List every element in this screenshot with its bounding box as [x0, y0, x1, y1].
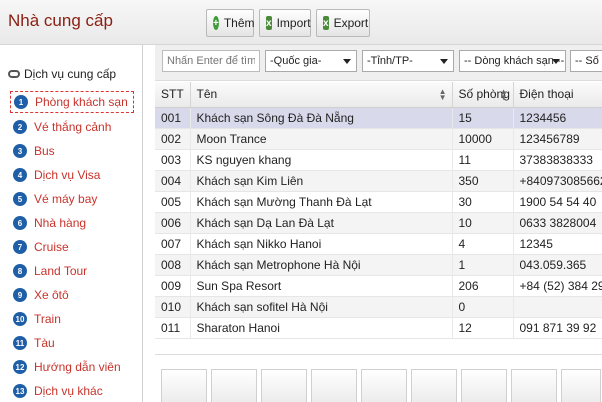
import-button[interactable]: x Import	[259, 9, 311, 37]
country-select-value: -Quốc gia-	[270, 55, 322, 67]
province-select-value: -Tỉnh/TP-	[367, 55, 413, 67]
filter-bar: -Quốc gia- -Tỉnh/TP- -- Dòng khách sạn -…	[155, 45, 602, 81]
table-row[interactable]: 009Sun Spa Resort206+84 (52) 384 2999	[155, 275, 602, 297]
sidebar-item-cruise[interactable]: 7 Cruise	[10, 236, 134, 258]
sidebar-item-label: Land Tour	[34, 264, 88, 278]
column-header-phone[interactable]: Điện thoại	[513, 82, 602, 108]
sidebar-item-label: Dịch vụ Visa	[34, 168, 101, 182]
number-badge-icon: 9	[13, 288, 27, 302]
table-row[interactable]: 003 KS nguyen khang 11 37383838333	[155, 149, 602, 171]
export-button-label: Export	[333, 16, 369, 30]
table-row[interactable]: 002 Moon Trance 10000 123456789	[155, 128, 602, 150]
sidebar-item-label: Vé máy bay	[34, 192, 98, 206]
table-row[interactable]: 001 Khách sạn Sông Đà Đà Nẵng 15 1234456	[155, 107, 602, 129]
table-row[interactable]: 006 Khách sạn Dạ Lan Đà Lạt 10 0633 3828004	[155, 212, 602, 234]
sidebar-item-bus[interactable]: 3 Bus	[10, 140, 134, 162]
table-row[interactable]: 007 Khách sạn Nikko Hanoi 4 12345	[155, 233, 602, 255]
chevron-down-icon	[440, 59, 448, 64]
number-badge-icon: 8	[13, 264, 27, 278]
sidebar-item-hotel-room[interactable]: 1 Phòng khách sạn	[10, 91, 134, 113]
excel-import-icon: x	[266, 16, 272, 30]
page-title: Nhà cung cấp	[8, 11, 113, 30]
excel-export-icon: x	[323, 16, 329, 30]
sort-icon: ▲ ▼	[499, 87, 508, 102]
sidebar-item-label: Tàu	[34, 336, 55, 350]
number-badge-icon: 5	[13, 192, 27, 206]
number-badge-icon: 10	[13, 312, 27, 326]
sidebar-heading-label: Dịch vụ cung cấp	[24, 67, 117, 81]
column-header-stt[interactable]: STT	[155, 82, 191, 108]
pager-button[interactable]	[361, 369, 407, 402]
sidebar-item-label: Dịch vụ khác	[34, 384, 103, 398]
column-header-rooms[interactable]: Số phòng ▲ ▼	[452, 82, 514, 108]
sidebar-item-label: Bus	[34, 144, 55, 158]
add-button-label: Thêm	[223, 16, 255, 30]
pager-button[interactable]	[461, 369, 507, 402]
import-button-label: Import	[276, 16, 311, 30]
chevron-down-icon	[343, 59, 351, 64]
pager-button[interactable]	[161, 369, 207, 402]
table-row[interactable]: 004 Khách sạn Kim Liên 350 +840973085662	[155, 170, 602, 192]
number-badge-icon: 4	[13, 168, 27, 182]
number-badge-icon: 6	[13, 216, 27, 230]
number-badge-icon: 1	[14, 95, 28, 109]
sidebar-item-label: Vé thắng cảnh	[34, 120, 112, 134]
number-badge-icon: 13	[13, 384, 27, 398]
country-select[interactable]: -Quốc gia-	[265, 50, 357, 72]
sidebar-heading: Dịch vụ cung cấp	[8, 67, 116, 81]
sidebar-item-label: Nhà hàng	[34, 216, 87, 230]
chevron-down-icon	[552, 59, 560, 64]
pager-strip	[155, 354, 602, 402]
link-icon	[8, 70, 20, 78]
sidebar-item-label: Train	[34, 312, 61, 326]
pager-button[interactable]	[411, 369, 457, 402]
search-input[interactable]	[162, 50, 260, 72]
plus-icon: +	[213, 16, 219, 30]
table-row[interactable]: 008 Khách sạn Metrophone Hà Nội 1 043.059.3…	[155, 254, 602, 276]
sidebar-item-label: Xe ôtô	[34, 288, 69, 302]
sidebar: Dịch vụ cung cấp 1 Phòng khách sạn 2 Vé …	[0, 45, 143, 402]
number-badge-icon: 2	[13, 120, 27, 134]
sidebar-item-train[interactable]: 10 Train	[10, 308, 134, 330]
hotel-type-select-value: -- Dòng khách sạn --	[464, 55, 565, 67]
hotel-type-select[interactable]: -- Dòng khách sạn --	[459, 50, 566, 72]
stars-select-value: -- Số sa	[575, 55, 602, 67]
sidebar-item-visa[interactable]: 4 Dịch vụ Visa	[10, 164, 134, 186]
pager-button[interactable]	[311, 369, 357, 402]
province-select[interactable]: -Tỉnh/TP-	[362, 50, 454, 72]
number-badge-icon: 12	[13, 360, 27, 374]
column-header-name[interactable]: Tên ▲ ▼	[190, 82, 453, 108]
table-row[interactable]: 010 Khách sạn sofitel Hà Nội 0	[155, 296, 602, 318]
pager-button[interactable]	[561, 369, 601, 402]
add-button[interactable]: + Thêm	[206, 9, 255, 37]
header-bar: Nhà cung cấp + Thêm x Import x Export	[0, 0, 602, 45]
sidebar-item-land-tour[interactable]: 8 Land Tour	[10, 260, 134, 282]
number-badge-icon: 3	[13, 144, 27, 158]
sidebar-item-sightseeing-ticket[interactable]: 2 Vé thắng cảnh	[10, 116, 134, 138]
pager-button[interactable]	[511, 369, 557, 402]
export-button[interactable]: x Export	[316, 9, 370, 37]
number-badge-icon: 7	[13, 240, 27, 254]
sidebar-item-car[interactable]: 9 Xe ôtô	[10, 284, 134, 306]
sidebar-item-other-services[interactable]: 13 Dịch vụ khác	[10, 380, 134, 402]
pager-button[interactable]	[261, 369, 307, 402]
sidebar-item-ship[interactable]: 11 Tàu	[10, 332, 134, 354]
supplier-table: STT Tên ▲ ▼ Số phòng ▲ ▼ Điện thoại 001 Khách…	[155, 82, 602, 354]
sidebar-item-restaurant[interactable]: 6 Nhà hàng	[10, 212, 134, 234]
sidebar-item-air-ticket[interactable]: 5 Vé máy bay	[10, 188, 134, 210]
pager-button[interactable]	[211, 369, 257, 402]
table-row[interactable]: 011 Sharaton Hanoi 12 091 871 39 92	[155, 317, 602, 339]
number-badge-icon: 11	[13, 336, 27, 350]
sidebar-item-label: Cruise	[34, 240, 69, 254]
table-row[interactable]: 005 Khách sạn Mường Thanh Đà Lạt 30 1900 54…	[155, 191, 602, 213]
sidebar-item-label: Phòng khách sạn	[35, 95, 128, 109]
sort-icon: ▲ ▼	[438, 87, 447, 102]
sidebar-item-tour-guide[interactable]: 12 Hướng dẫn viên	[10, 356, 134, 378]
sidebar-item-label: Hướng dẫn viên	[34, 360, 121, 374]
stars-select[interactable]: -- Số sa	[570, 50, 602, 72]
